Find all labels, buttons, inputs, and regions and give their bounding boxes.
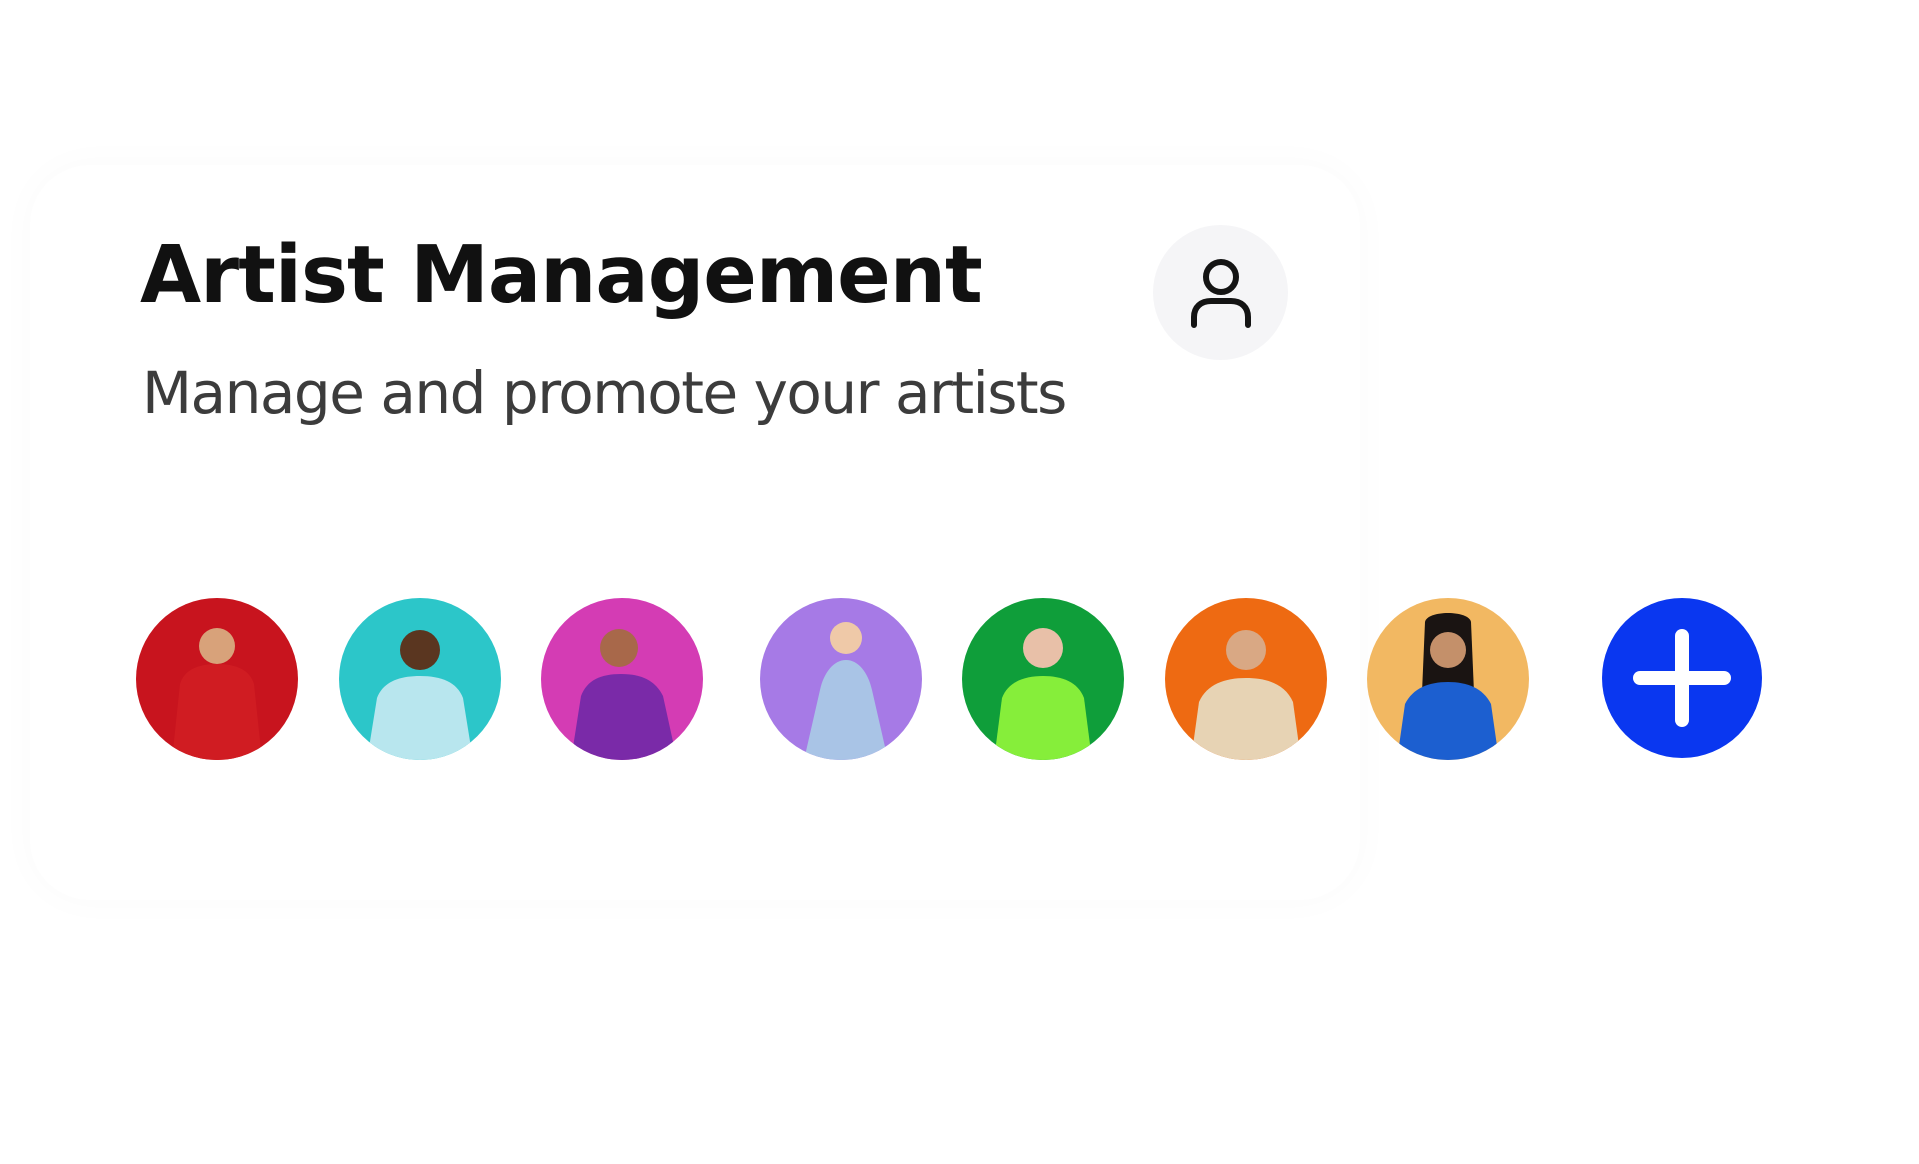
artist-photo-icon: [962, 598, 1124, 760]
plus-icon: [1633, 629, 1731, 727]
artist-photo-icon: [1367, 598, 1529, 760]
artist-photo-icon: [1165, 598, 1327, 760]
artist-avatar-4[interactable]: [760, 598, 922, 760]
artist-avatar-2[interactable]: [339, 598, 501, 760]
page-subtitle: Manage and promote your artists: [142, 359, 1067, 427]
artist-photo-icon: [136, 598, 298, 760]
artist-avatar-3[interactable]: [541, 598, 703, 760]
artist-avatar-7[interactable]: [1367, 598, 1529, 760]
artist-photo-icon: [541, 598, 703, 760]
page-title: Artist Management: [140, 229, 983, 321]
artist-management-page: Artist Management Manage and promote you…: [0, 0, 1919, 1164]
profile-button[interactable]: [1153, 225, 1288, 360]
add-artist-button[interactable]: [1602, 598, 1762, 758]
artist-photo-icon: [760, 598, 922, 760]
artist-avatar-5[interactable]: [962, 598, 1124, 760]
artist-avatar-1[interactable]: [136, 598, 298, 760]
artist-photo-icon: [339, 598, 501, 760]
artist-avatar-6[interactable]: [1165, 598, 1327, 760]
user-icon: [1190, 258, 1251, 328]
